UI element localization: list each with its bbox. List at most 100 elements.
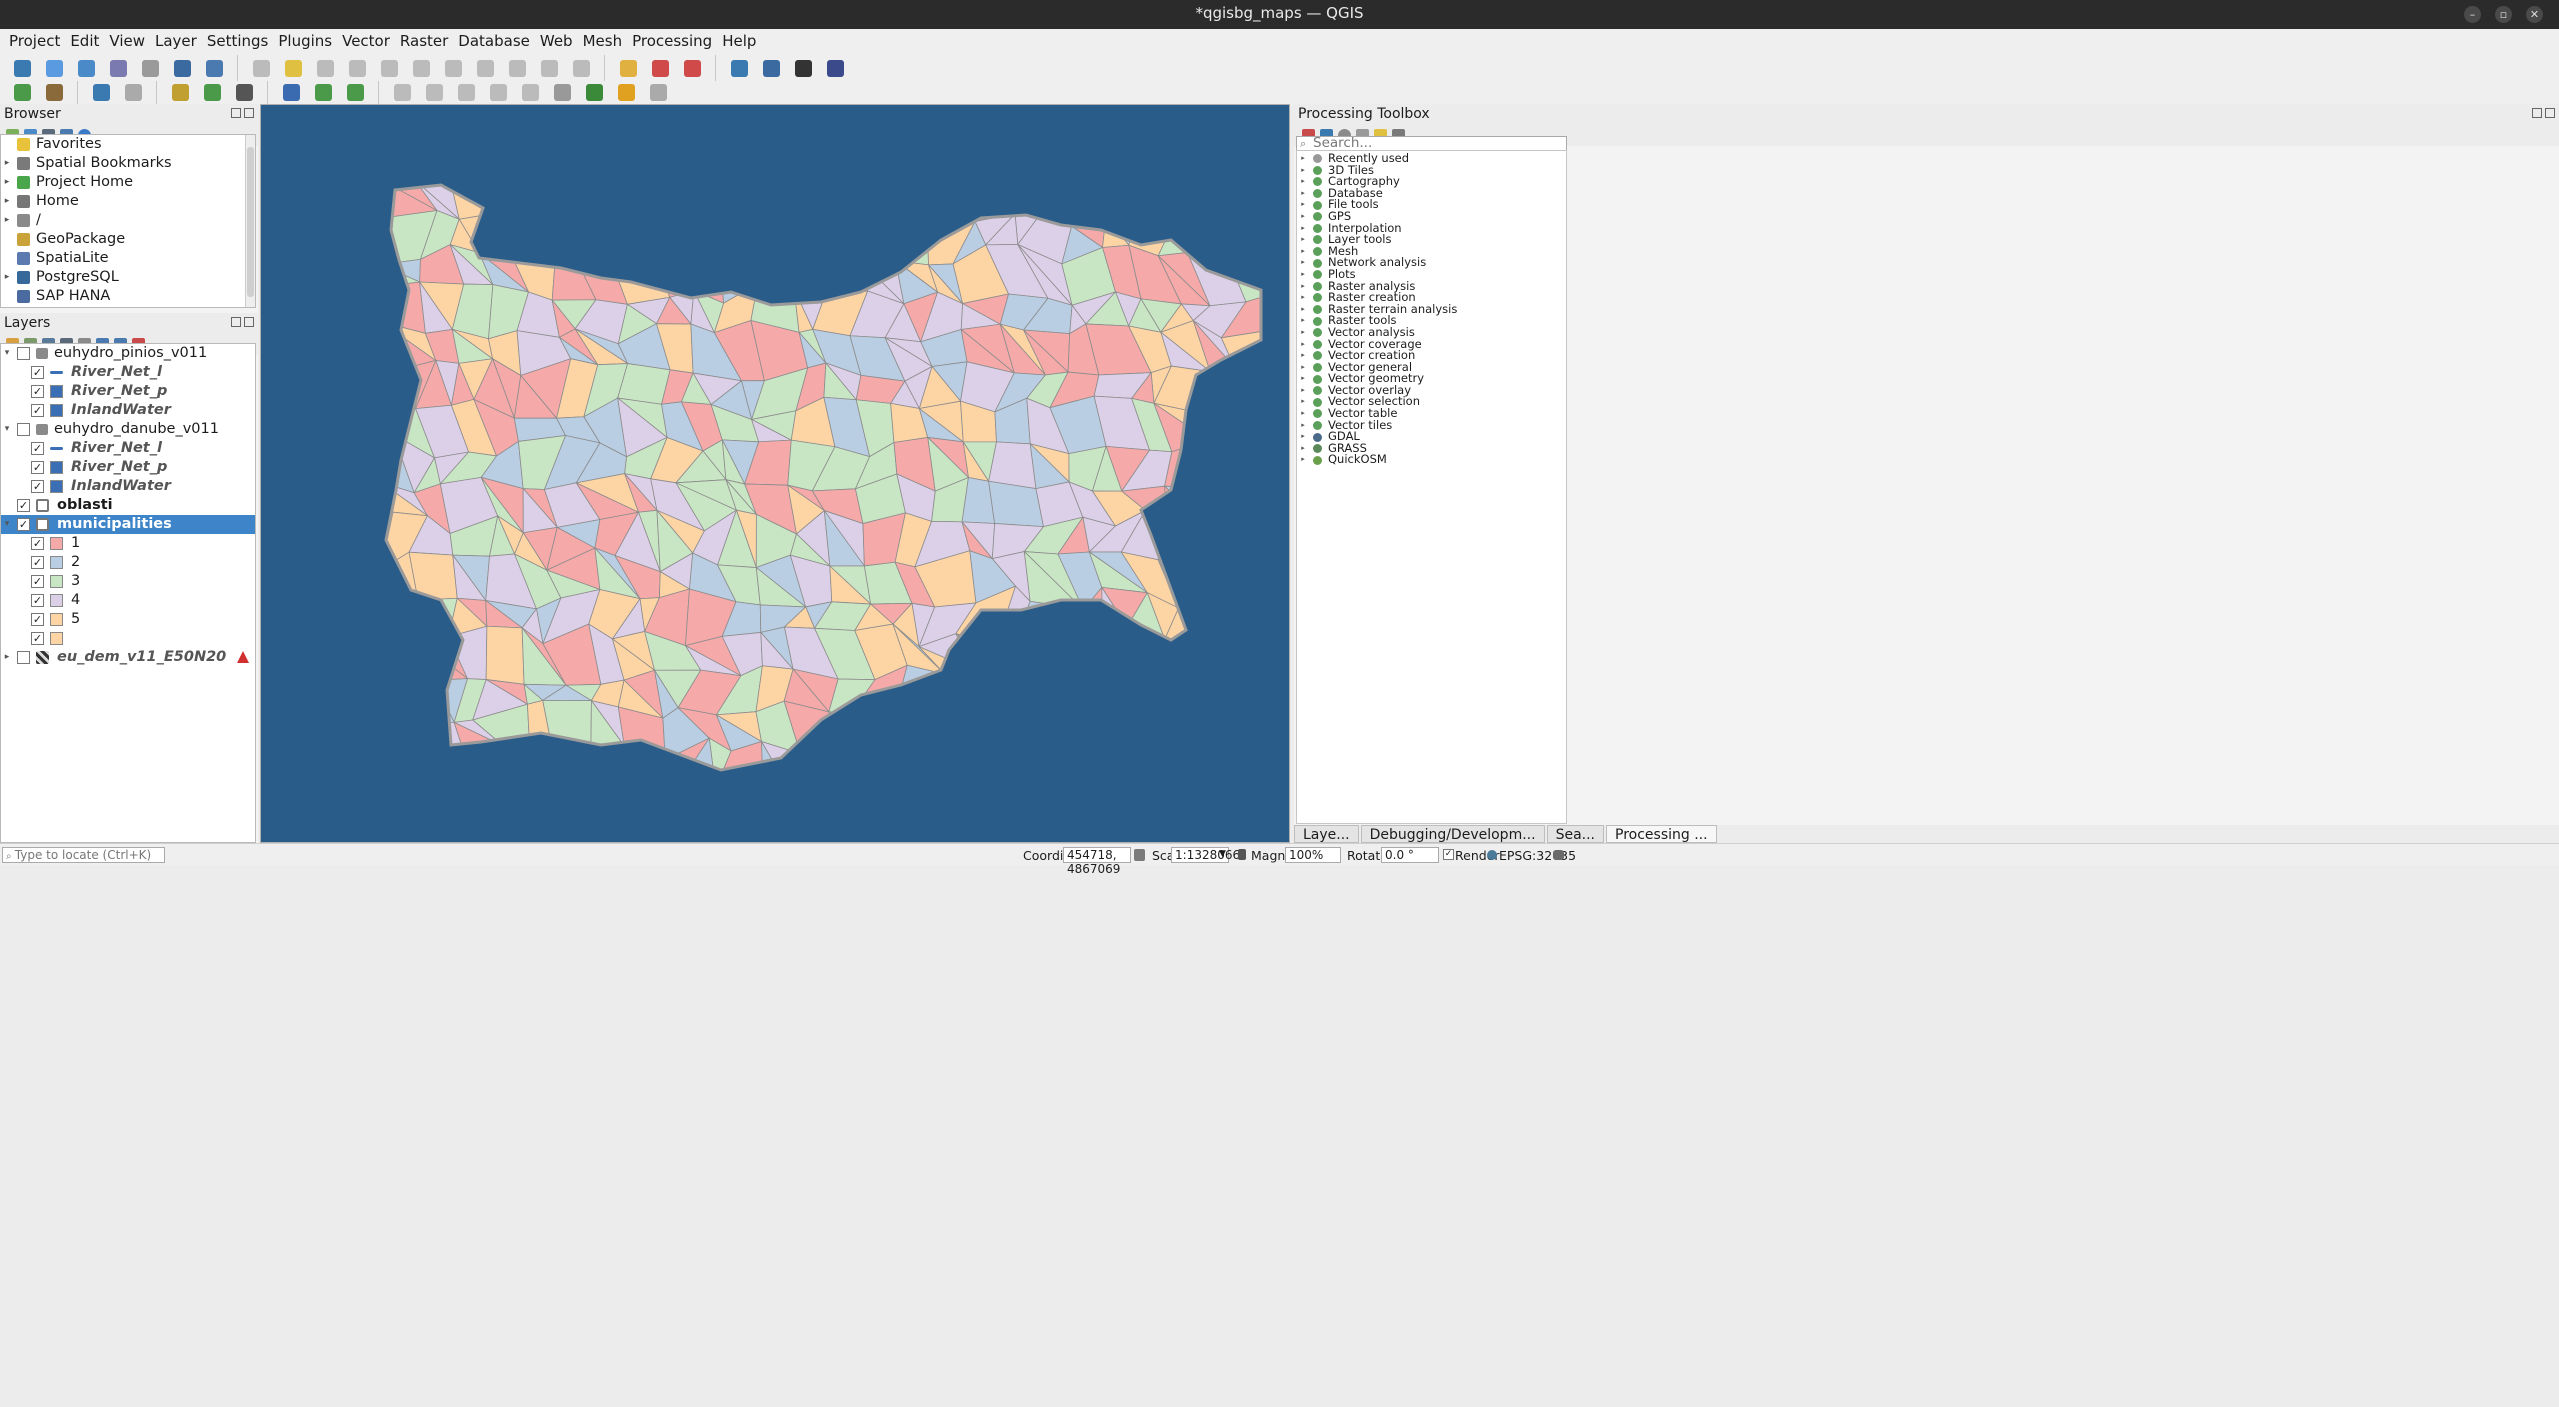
expand-arrow-icon[interactable]: ▸ <box>1297 454 1309 466</box>
browser-item[interactable]: MS SQL Server <box>1 306 255 307</box>
toolbox-tree[interactable]: ▸ Recently used ▸ 3D Tiles ▸ Cartography ▸ Data… <box>1296 150 1567 824</box>
about-icon[interactable] <box>277 78 305 106</box>
browser-item[interactable]: GeoPackage <box>1 230 255 249</box>
minimize-icon[interactable]: – <box>2464 6 2481 23</box>
layer-visibility-checkbox[interactable]: ✓ <box>31 461 44 474</box>
new-shapefile-icon[interactable] <box>72 54 100 82</box>
package-export-icon[interactable] <box>198 78 226 106</box>
expand-arrow-icon[interactable]: ▸ <box>1297 246 1309 258</box>
float-panel-icon[interactable] <box>2532 108 2542 118</box>
expand-arrow-icon[interactable]: ▸ <box>1 268 13 287</box>
add-raster-icon[interactable] <box>168 54 196 82</box>
new-spatialite-icon[interactable] <box>104 54 132 82</box>
help-icon[interactable] <box>821 54 849 82</box>
expand-arrow-icon[interactable]: ▸ <box>1297 385 1309 397</box>
expand-arrow-icon[interactable]: ▸ <box>1297 281 1309 293</box>
open-icon[interactable] <box>341 78 369 106</box>
create-icon[interactable] <box>309 78 337 106</box>
layer-visibility-checkbox[interactable]: ✓ <box>31 480 44 493</box>
expand-arrow-icon[interactable]: ▾ <box>1 344 13 363</box>
layer-visibility-checkbox[interactable]: ✓ <box>17 518 30 531</box>
new-virtual-layer-icon[interactable] <box>136 54 164 82</box>
expand-arrow-icon[interactable]: ▸ <box>1297 315 1309 327</box>
expand-arrow-icon[interactable]: ▸ <box>1297 373 1309 385</box>
layer-visibility-checkbox[interactable]: ✓ <box>31 594 44 607</box>
vertex-tool-icon[interactable] <box>375 54 403 82</box>
layer-item[interactable]: ✓ <box>1 629 255 648</box>
add-vector-icon[interactable] <box>200 54 228 82</box>
menu-processing[interactable]: Processing <box>627 29 717 53</box>
expand-arrow-icon[interactable]: ▸ <box>1297 408 1309 420</box>
toolbox-search-input[interactable]: ⌕ Search... <box>1296 136 1567 151</box>
layer-visibility-checkbox[interactable]: ✓ <box>31 537 44 550</box>
expand-arrow-icon[interactable]: ▸ <box>1297 211 1309 223</box>
layer-visibility-checkbox[interactable]: ✓ <box>31 575 44 588</box>
plugin-c-icon[interactable] <box>516 78 544 106</box>
scrollbar-thumb[interactable] <box>247 147 254 297</box>
tools-icon[interactable] <box>230 78 258 106</box>
expand-arrow-icon[interactable]: ▸ <box>1 192 13 211</box>
menu-vector[interactable]: Vector <box>337 29 395 53</box>
expand-arrow-icon[interactable]: ▸ <box>1297 176 1309 188</box>
layer-item[interactable]: ▾ ✓ municipalities <box>1 515 255 534</box>
menu-raster[interactable]: Raster <box>395 29 453 53</box>
layer-item[interactable]: ✓ InlandWater <box>1 477 255 496</box>
menu-layer[interactable]: Layer <box>150 29 202 53</box>
menu-plugins[interactable]: Plugins <box>273 29 337 53</box>
menu-settings[interactable]: Settings <box>202 29 274 53</box>
globe-icon[interactable] <box>388 78 416 106</box>
expand-arrow-icon[interactable]: ▸ <box>1297 339 1309 351</box>
close-panel-icon[interactable] <box>2545 108 2555 118</box>
dock-tab[interactable]: Processing ... <box>1606 825 1717 843</box>
cloud-icon[interactable] <box>87 78 115 106</box>
toggle-editing-icon[interactable] <box>279 54 307 82</box>
browser-item[interactable]: ▸ PostgreSQL <box>1 268 255 287</box>
expand-arrow-icon[interactable]: ▸ <box>1297 188 1309 200</box>
layer-visibility-checkbox[interactable] <box>17 347 30 360</box>
close-icon[interactable]: ✕ <box>2526 6 2543 23</box>
rotation-field[interactable]: 0.0 ° <box>1381 847 1439 863</box>
cloud-sync-icon[interactable] <box>119 78 147 106</box>
expand-arrow-icon[interactable]: ▾ <box>1 515 13 534</box>
lock-scale-icon[interactable] <box>1238 849 1246 860</box>
layer-item[interactable]: ▸ eu_dem_v11_E50N20 <box>1 648 255 667</box>
toggle-extents-icon[interactable] <box>1134 849 1145 861</box>
expand-arrow-icon[interactable]: ▾ <box>1 420 13 439</box>
menu-help[interactable]: Help <box>717 29 761 53</box>
menu-view[interactable]: View <box>104 29 150 53</box>
browser-scrollbar[interactable] <box>245 135 255 307</box>
close-panel-icon[interactable] <box>244 108 254 118</box>
layer-item[interactable]: ✓ River_Net_p <box>1 382 255 401</box>
layer-item[interactable]: ✓ 3 <box>1 572 255 591</box>
profile-icon[interactable] <box>484 78 512 106</box>
bug-report-icon[interactable] <box>789 54 817 82</box>
browser-item[interactable]: Favorites <box>1 135 255 154</box>
layer-visibility-checkbox[interactable]: ✓ <box>17 499 30 512</box>
float-panel-icon[interactable] <box>231 108 241 118</box>
magnifier-field[interactable]: 100% <box>1285 847 1341 863</box>
close-panel-icon[interactable] <box>244 317 254 327</box>
float-panel-icon[interactable] <box>231 317 241 327</box>
sum-icon[interactable] <box>548 78 576 106</box>
expand-arrow-icon[interactable]: ▸ <box>1297 292 1309 304</box>
render-checkbox[interactable]: ✓ <box>1443 849 1454 860</box>
layer-visibility-checkbox[interactable] <box>17 651 30 664</box>
layer-item[interactable]: ▾ euhydro_danube_v011 <box>1 420 255 439</box>
browser-item[interactable]: ▸ Home <box>1 192 255 211</box>
browser-item[interactable]: SpatiaLite <box>1 249 255 268</box>
expand-arrow-icon[interactable]: ▸ <box>1 211 13 230</box>
plugin-b-icon[interactable] <box>452 78 480 106</box>
expand-arrow-icon[interactable]: ▸ <box>1297 223 1309 235</box>
browser-item[interactable]: SAP HANA <box>1 287 255 306</box>
save-edits-icon[interactable] <box>311 54 339 82</box>
expand-arrow-icon[interactable]: ▸ <box>1297 431 1309 443</box>
expand-arrow-icon[interactable]: ▸ <box>1297 257 1309 269</box>
menu-web[interactable]: Web <box>535 29 578 53</box>
copy-features-icon[interactable] <box>471 54 499 82</box>
layer-visibility-checkbox[interactable]: ✓ <box>31 385 44 398</box>
dock-tab[interactable]: Debugging/Developm... <box>1360 825 1545 843</box>
expand-arrow-icon[interactable]: ▸ <box>1297 199 1309 211</box>
browser-tree[interactable]: Favorites ▸ Spatial Bookmarks ▸ Project Home… <box>0 134 256 308</box>
cut-features-icon[interactable] <box>439 54 467 82</box>
menu-edit[interactable]: Edit <box>65 29 104 53</box>
